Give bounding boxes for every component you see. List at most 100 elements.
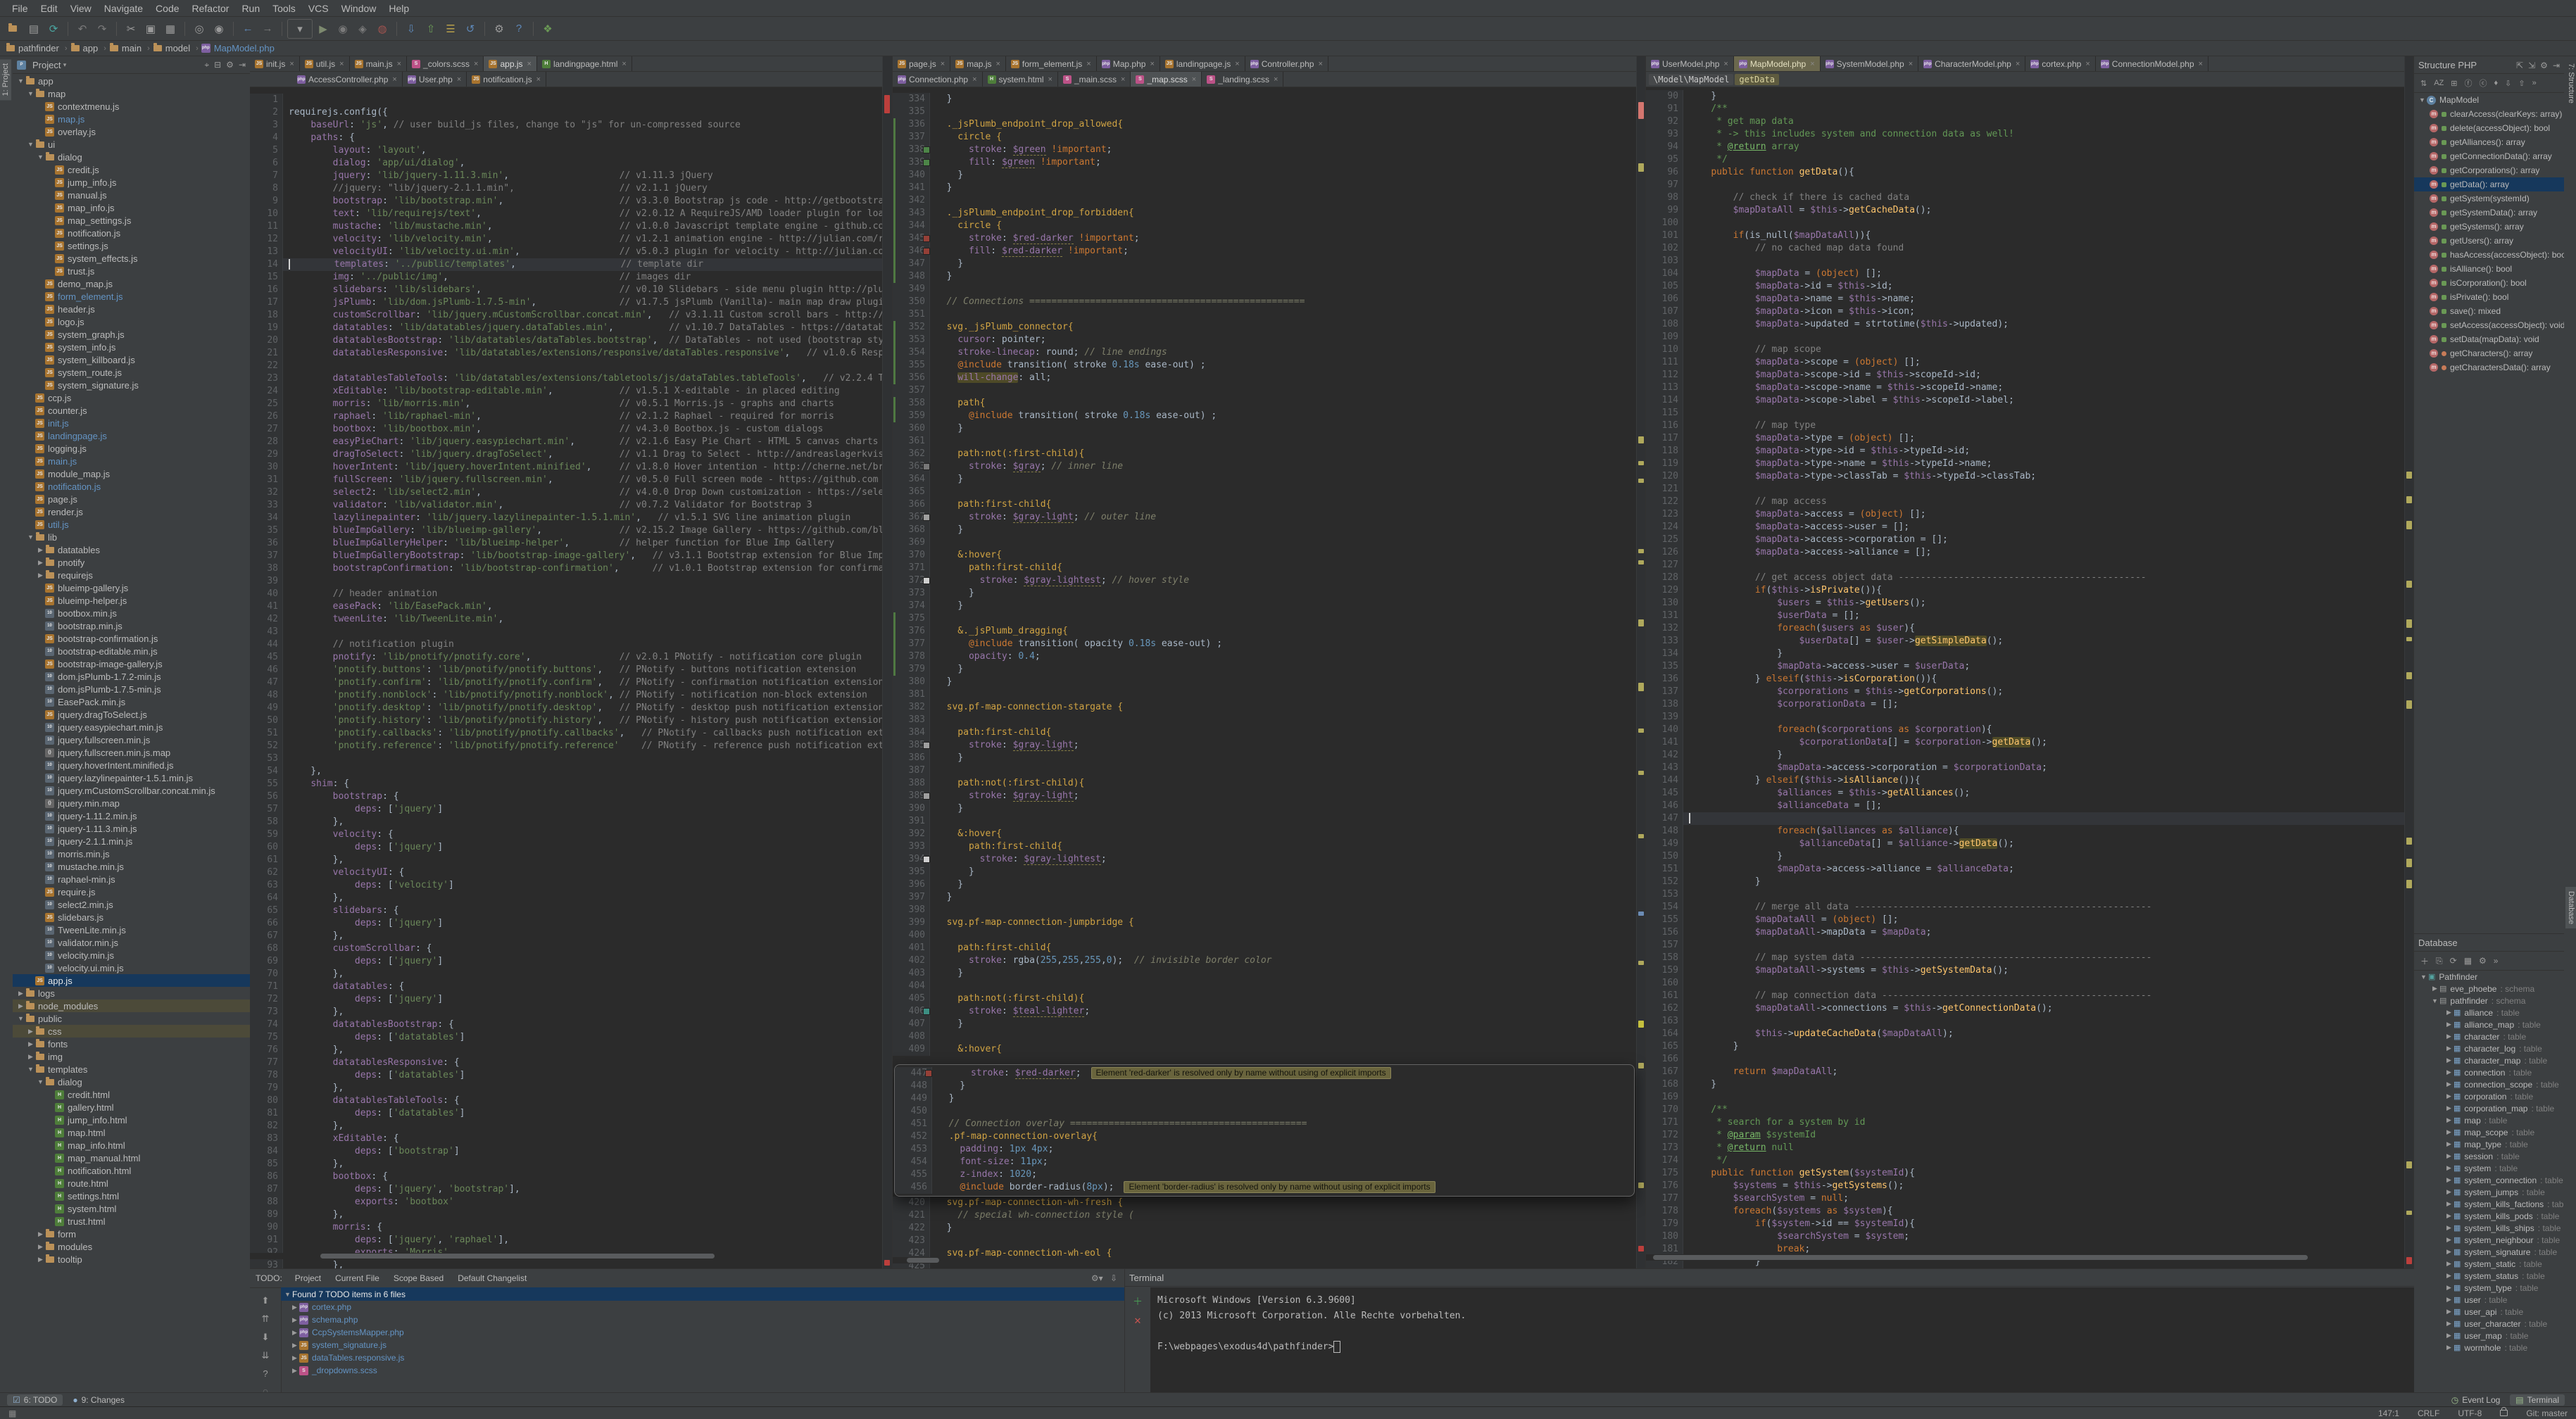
code-line-378[interactable]: 378 opacity: 0.4; — [893, 650, 1646, 663]
code-line-130[interactable]: 130 $users = $this->getUsers(); — [1646, 597, 2414, 610]
tree-file-module_map.js[interactable]: JSmodule_map.js — [13, 467, 250, 480]
collapsed-arrow-icon[interactable]: ▶ — [37, 1230, 44, 1238]
project-header-icon[interactable]: ⌖ — [204, 60, 209, 70]
error-stripe[interactable] — [1636, 56, 1646, 1268]
close-icon[interactable] — [941, 60, 945, 68]
code-line-160[interactable]: 160 — [1646, 977, 2414, 990]
file-encoding[interactable]: UTF-8 — [2458, 1408, 2482, 1418]
expanded-arrow-icon[interactable]: ▼ — [2420, 973, 2427, 980]
line-number[interactable]: 130 — [1646, 597, 1683, 610]
error-stripe[interactable] — [882, 56, 892, 1268]
code-line-87[interactable]: 87 deps: ['jquery', 'bootstrap'], — [250, 1183, 892, 1196]
code-line-72[interactable]: 72 deps: ['jquery'] — [250, 993, 892, 1006]
tree-file-bootbox.min.js[interactable]: 10bootbox.min.js — [13, 607, 250, 619]
code-line-153[interactable]: 153 — [1646, 888, 2414, 901]
structure-header-icon[interactable]: ⇱ — [2516, 61, 2523, 70]
tree-folder-templates[interactable]: ▼templates — [13, 1063, 250, 1076]
line-number[interactable]: 176 — [1646, 1180, 1683, 1192]
line-number[interactable]: 133 — [1646, 635, 1683, 648]
tree-folder-datatables[interactable]: ▶datatables — [13, 543, 250, 556]
code-line-388[interactable]: 388 path:not(:first-child){ — [893, 777, 1646, 790]
code-line-55[interactable]: 55 shim: { — [250, 778, 892, 790]
tree-file-system_signature.js[interactable]: JSsystem_signature.js — [13, 379, 250, 391]
line-number[interactable]: 114 — [1646, 394, 1683, 407]
line-number[interactable]: 18 — [250, 309, 283, 322]
line-number[interactable]: 156 — [1646, 926, 1683, 939]
line-number[interactable]: 12 — [250, 233, 283, 246]
line-number[interactable]: 350 — [893, 296, 930, 308]
code-line-338[interactable]: 338 stroke: $green !important; — [893, 144, 1646, 156]
line-number[interactable]: 93 — [1646, 128, 1683, 141]
line-number[interactable]: 90 — [250, 1221, 283, 1234]
line-number[interactable]: 37 — [250, 550, 283, 562]
code-line-85[interactable]: 85 }, — [250, 1158, 892, 1171]
table-system_kills_ships[interactable]: ▶▦system_kills_ships: table — [2414, 1222, 2564, 1234]
code-line-341[interactable]: 341 } — [893, 182, 1646, 194]
line-number[interactable]: 111 — [1646, 356, 1683, 369]
tree-file-require.js[interactable]: JSrequire.js — [13, 885, 250, 898]
line-number[interactable]: 380 — [893, 676, 930, 688]
code-line-158[interactable]: 158 // map system data -----------------… — [1646, 952, 2414, 964]
code-line-122[interactable]: 122 // map access — [1646, 496, 2414, 508]
line-separator[interactable]: CRLF — [2418, 1408, 2439, 1418]
tree-file-jquery.dragToSelect.js[interactable]: JSjquery.dragToSelect.js — [13, 708, 250, 721]
table-connection_scope[interactable]: ▶▦connection_scope: table — [2414, 1078, 2564, 1090]
line-number[interactable]: 79 — [250, 1082, 283, 1095]
code-line-138[interactable]: 138 $corporationData = []; — [1646, 698, 2414, 711]
code-line-452[interactable]: 452 .pf-map-connection-overlay{ — [895, 1130, 1634, 1143]
structure-method-isPrivate[interactable]: misPrivate(): bool — [2414, 290, 2564, 304]
collapsed-arrow-icon[interactable]: ▶ — [2445, 1009, 2453, 1016]
table-system_kills_pods[interactable]: ▶▦system_kills_pods: table — [2414, 1210, 2564, 1222]
close-icon[interactable] — [2199, 60, 2203, 68]
line-number[interactable]: 67 — [250, 930, 283, 942]
code-line-134[interactable]: 134 } — [1646, 648, 2414, 660]
line-number[interactable]: 109 — [1646, 331, 1683, 343]
line-number[interactable]: 348 — [893, 270, 930, 283]
line-number[interactable]: 90 — [1646, 90, 1683, 103]
run-config-select[interactable]: ▾ — [287, 19, 313, 39]
tree-file-main.js[interactable]: JSmain.js — [13, 455, 250, 467]
table-wormhole[interactable]: ▶▦wormhole: table — [2414, 1342, 2564, 1354]
line-number[interactable]: 78 — [250, 1069, 283, 1082]
line-number[interactable]: 85 — [250, 1158, 283, 1171]
code-line-420[interactable]: 420 svg.pf-map-connection-wh-fresh { — [893, 1197, 1646, 1209]
structure-method-delete[interactable]: mdelete(accessObject): bool — [2414, 121, 2564, 135]
line-number[interactable]: 70 — [250, 968, 283, 980]
code-line-90[interactable]: 90 morris: { — [250, 1221, 892, 1234]
redo-icon[interactable]: ↷ — [93, 20, 111, 38]
code-line-102[interactable]: 102 // no cached map data found — [1646, 242, 2414, 255]
collapsed-arrow-icon[interactable]: ▶ — [2445, 1272, 2453, 1280]
line-number[interactable]: 360 — [893, 422, 930, 435]
tree-file-system_graph.js[interactable]: JSsystem_graph.js — [13, 328, 250, 341]
line-number[interactable]: 167 — [1646, 1066, 1683, 1078]
line-number[interactable]: 124 — [1646, 521, 1683, 534]
table-system_static[interactable]: ▶▦system_static: table — [2414, 1258, 2564, 1270]
line-number[interactable]: 43 — [250, 626, 283, 638]
tree-folder-modules[interactable]: ▶modules — [13, 1240, 250, 1253]
line-number[interactable]: 371 — [893, 562, 930, 574]
line-number[interactable]: 367 — [893, 511, 930, 524]
tree-file-jquery-2.1.1.min.js[interactable]: 10jquery-2.1.1.min.js — [13, 835, 250, 847]
tree-folder-public[interactable]: ▼public — [13, 1012, 250, 1025]
code-line-360[interactable]: 360 } — [893, 422, 1646, 435]
code-line-380[interactable]: 380 } — [893, 676, 1646, 688]
code-line-346[interactable]: 346 fill: $red-darker !important; — [893, 245, 1646, 258]
code-line-71[interactable]: 71 datatables: { — [250, 980, 892, 993]
table-system_signature[interactable]: ▶▦system_signature: table — [2414, 1246, 2564, 1258]
structure-tool-icon[interactable]: ⇅ — [2420, 79, 2427, 88]
line-number[interactable]: 4 — [250, 132, 283, 144]
expanded-arrow-icon[interactable]: ▼ — [17, 1015, 25, 1022]
line-number[interactable]: 346 — [893, 245, 930, 258]
tree-file-jquery.mCustomScrollbar.concat.min.js[interactable]: 10jquery.mCustomScrollbar.concat.min.js — [13, 784, 250, 797]
line-number[interactable]: 27 — [250, 423, 283, 436]
collapsed-arrow-icon[interactable]: ▶ — [2445, 1344, 2453, 1351]
todo-file-system_signature.js[interactable]: ▶JSsystem_signature.js — [281, 1339, 1124, 1351]
table-system_jumps[interactable]: ▶▦system_jumps: table — [2414, 1186, 2564, 1198]
code-line-13[interactable]: 13 velocityUI: 'lib/velocity.ui.min', //… — [250, 246, 892, 258]
collapsed-arrow-icon[interactable]: ▶ — [2445, 1045, 2453, 1052]
code-line-140[interactable]: 140 foreach($corporations as $corporatio… — [1646, 724, 2414, 736]
code-line-101[interactable]: 101 if(is_null($mapDataAll)){ — [1646, 229, 2414, 242]
code-line-143[interactable]: 143 $mapData->access->corporation = $cor… — [1646, 762, 2414, 774]
code-line-132[interactable]: 132 foreach($users as $user){ — [1646, 622, 2414, 635]
code-line-175[interactable]: 175 public function getSystem($systemId)… — [1646, 1167, 2414, 1180]
